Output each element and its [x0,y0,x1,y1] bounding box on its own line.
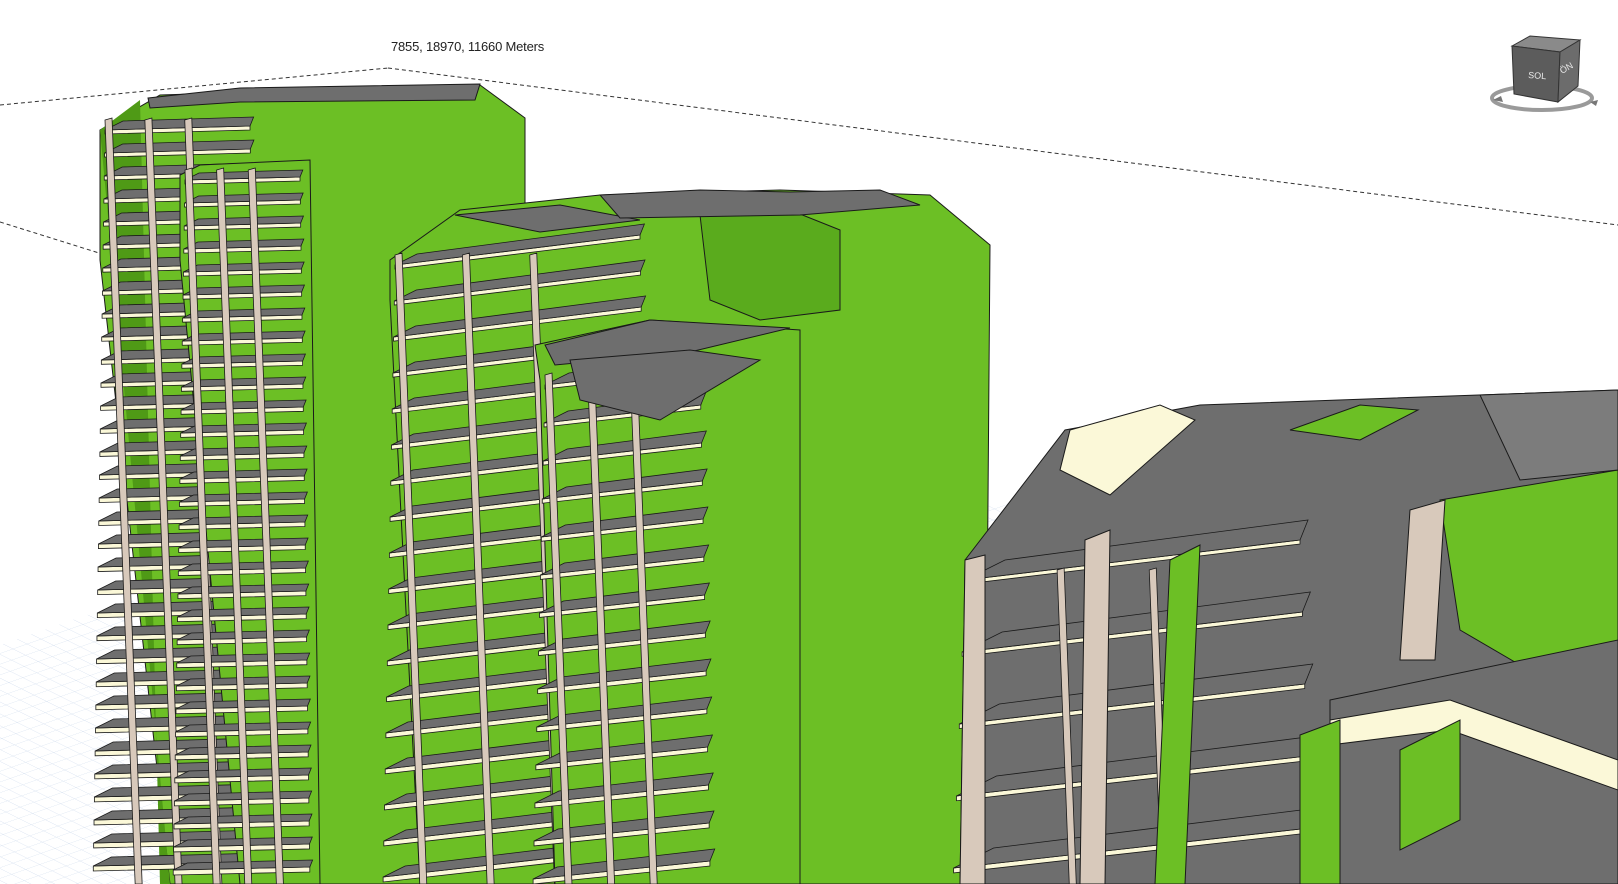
3d-viewport[interactable]: 7855, 18970, 11660 Meters SOL ÖN [0,0,1618,884]
coordinate-readout: 7855, 18970, 11660 Meters [391,39,545,54]
viewcube-left-face-label: SOL [1528,70,1547,81]
tower-b [172,159,321,884]
view-cube-icon[interactable]: SOL ÖN [1490,30,1600,120]
tower-d [532,319,801,884]
building-model-render[interactable] [0,0,1618,884]
low-rise-complex [953,389,1618,884]
